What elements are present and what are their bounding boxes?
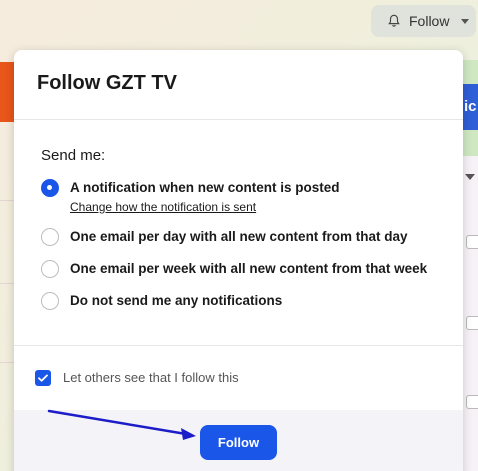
option-weekly-email[interactable]: One email per week with all new content … <box>41 260 463 278</box>
follow-dropdown-label: Follow <box>409 13 450 29</box>
background-checkbox[interactable] <box>466 316 478 330</box>
option-no-notifications[interactable]: Do not send me any notifications <box>41 292 463 310</box>
follow-popup: Follow GZT TV Send me: A notification wh… <box>14 50 463 471</box>
checkmark-icon <box>38 374 48 382</box>
background-checkbox[interactable] <box>466 235 478 249</box>
background-checkbox[interactable] <box>466 395 478 409</box>
background-orange-banner <box>0 62 14 122</box>
option-label: A notification when new content is poste… <box>70 180 340 195</box>
change-notification-link[interactable]: Change how the notification is sent <box>70 200 340 214</box>
option-notification[interactable]: A notification when new content is poste… <box>41 179 463 214</box>
radio-no-notifications[interactable] <box>41 292 59 310</box>
background-divider <box>0 283 14 284</box>
background-caret-icon <box>465 174 475 180</box>
visibility-row[interactable]: Let others see that I follow this <box>14 346 463 410</box>
visibility-label: Let others see that I follow this <box>63 370 239 385</box>
radio-daily-email[interactable] <box>41 228 59 246</box>
popup-footer: Follow <box>14 410 463 471</box>
background-divider <box>0 362 14 363</box>
radio-weekly-email[interactable] <box>41 260 59 278</box>
follow-dropdown-button[interactable]: Follow <box>371 5 476 37</box>
follow-button[interactable]: Follow <box>200 425 277 460</box>
popup-header: Follow GZT TV <box>14 50 463 120</box>
option-label: One email per day with all new content f… <box>70 229 408 244</box>
popup-title: Follow GZT TV <box>37 72 177 94</box>
visibility-checkbox[interactable] <box>35 370 51 386</box>
radio-notification[interactable] <box>41 179 59 197</box>
background-right-panel <box>462 156 478 471</box>
send-me-label: Send me: <box>41 147 106 164</box>
chevron-down-icon <box>461 18 470 24</box>
option-daily-email[interactable]: One email per day with all new content f… <box>41 228 463 246</box>
option-label: One email per week with all new content … <box>70 261 428 276</box>
notification-options: Send me: A notification when new content… <box>14 120 463 346</box>
option-label: Do not send me any notifications <box>70 293 283 308</box>
background-divider <box>0 200 14 201</box>
bell-icon <box>388 14 400 27</box>
